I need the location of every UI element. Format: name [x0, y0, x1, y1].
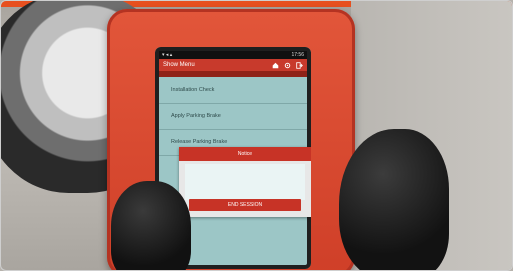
settings-icon[interactable]	[284, 62, 291, 69]
menu-item-apply-parking-brake[interactable]: Apply Parking Brake	[159, 104, 307, 130]
home-icon[interactable]	[272, 62, 279, 69]
title-icons	[272, 61, 303, 69]
status-bar: ▾ ◂ ▴ 17:56	[159, 51, 307, 59]
status-left-icons: ▾ ◂ ▴	[162, 52, 173, 58]
left-gloved-hand	[111, 181, 191, 270]
dialog-body	[185, 164, 305, 200]
menu-item-installation-check[interactable]: Installation Check	[159, 78, 307, 104]
notice-dialog: Notice END SESSION	[179, 147, 311, 217]
screen-title: Show Menu	[163, 62, 195, 68]
end-session-button[interactable]: END SESSION	[189, 199, 301, 211]
photo-scene: ▾ ◂ ▴ 17:56 Show Menu Installation Check…	[0, 0, 513, 271]
breadcrumb	[159, 71, 307, 77]
status-time: 17:56	[291, 52, 304, 58]
right-gloved-hand	[339, 129, 449, 270]
title-bar: Show Menu	[159, 59, 307, 71]
dialog-header: Notice	[179, 147, 311, 161]
exit-icon[interactable]	[296, 61, 303, 69]
menu-list: Installation Check Apply Parking Brake R…	[159, 78, 307, 156]
